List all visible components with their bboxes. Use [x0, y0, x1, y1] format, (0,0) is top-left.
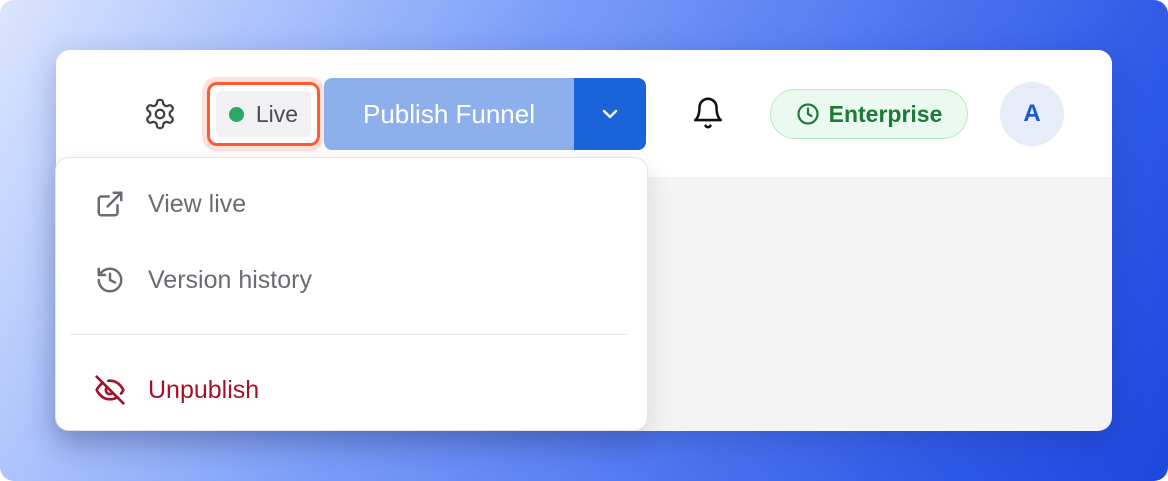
eye-off-icon — [94, 374, 126, 406]
menu-item-version-history[interactable]: Version history — [56, 251, 647, 309]
publish-dropdown-menu: View live Version history Unpublish — [55, 157, 648, 431]
plan-badge: Enterprise — [770, 89, 968, 139]
publish-options-toggle[interactable] — [574, 78, 646, 150]
external-link-icon — [94, 188, 126, 220]
plan-badge-label: Enterprise — [828, 100, 943, 127]
chevron-down-icon — [602, 109, 618, 119]
menu-item-view-live[interactable]: View live — [56, 175, 647, 233]
live-status-label: Live — [255, 100, 299, 127]
publish-funnel-button[interactable]: Publish Funnel — [324, 78, 574, 150]
publish-funnel-label: Publish Funnel — [363, 98, 535, 129]
gear-icon — [146, 98, 174, 130]
menu-divider — [70, 334, 627, 335]
notifications-button[interactable] — [690, 94, 726, 132]
live-status-button[interactable]: Live — [207, 82, 320, 146]
clock-icon — [797, 103, 819, 125]
avatar-initial: A — [1023, 100, 1041, 127]
history-icon — [94, 264, 126, 296]
menu-item-label: Unpublish — [148, 375, 260, 404]
live-status-pill: Live — [216, 91, 311, 137]
menu-item-label: View live — [148, 189, 247, 218]
user-avatar[interactable]: A — [1000, 82, 1064, 146]
menu-item-label: Version history — [148, 265, 312, 294]
menu-item-unpublish[interactable]: Unpublish — [56, 361, 647, 419]
live-status-dot — [228, 106, 244, 122]
bell-icon — [693, 97, 723, 129]
settings-button[interactable] — [142, 96, 178, 132]
